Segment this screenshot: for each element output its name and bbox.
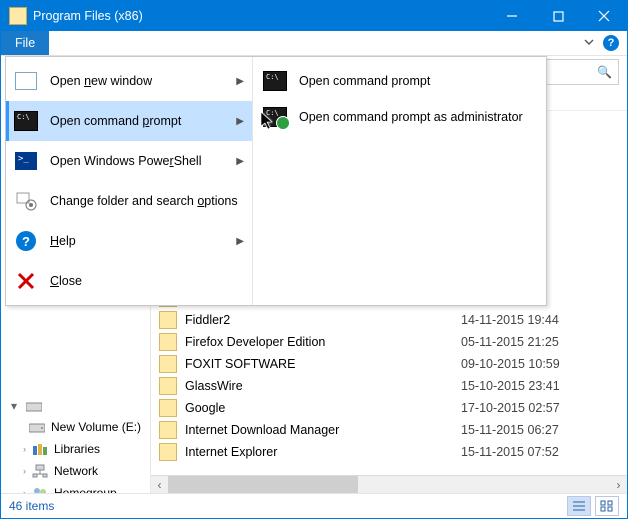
new_window-icon bbox=[14, 69, 38, 93]
details-view-button[interactable] bbox=[567, 496, 591, 516]
submenu-arrow-icon: ▶ bbox=[236, 156, 244, 167]
cmd-icon bbox=[263, 71, 287, 91]
file-date: 15-11-2015 07:52 bbox=[461, 445, 627, 459]
file-menu-ps[interactable]: Open Windows PowerShell ▶ bbox=[6, 141, 252, 181]
file-date: 15-10-2015 23:41 bbox=[461, 379, 627, 393]
file-date: 14-11-2015 19:44 bbox=[461, 313, 627, 327]
item-count: 46 items bbox=[9, 499, 54, 513]
expand-ribbon-icon[interactable] bbox=[583, 36, 595, 51]
maximize-button[interactable] bbox=[535, 1, 581, 31]
file-name: Internet Download Manager bbox=[185, 423, 461, 437]
libraries-icon bbox=[32, 441, 48, 457]
folder-icon bbox=[159, 443, 177, 461]
file-name: Internet Explorer bbox=[185, 445, 461, 459]
cmd-icon bbox=[14, 109, 38, 133]
search-icon: 🔍 bbox=[597, 65, 612, 79]
file-name: Fiddler2 bbox=[185, 313, 461, 327]
opts-icon bbox=[14, 189, 38, 213]
folder-icon bbox=[159, 421, 177, 439]
sidebar-item-homegroup[interactable]: › Homegroup bbox=[1, 482, 150, 493]
file-date: 17-10-2015 02:57 bbox=[461, 401, 627, 415]
table-row[interactable]: Internet Explorer 15-11-2015 07:52 bbox=[151, 441, 627, 463]
file-menu-help[interactable]: ? Help ▶ bbox=[6, 221, 252, 261]
folder-icon bbox=[159, 355, 177, 373]
file-date: 05-11-2015 21:25 bbox=[461, 335, 627, 349]
scroll-left-icon[interactable]: ‹ bbox=[151, 476, 168, 493]
sidebar-item-drive[interactable]: New Volume (E:) bbox=[1, 416, 150, 438]
file-name: Google bbox=[185, 401, 461, 415]
ps-icon bbox=[14, 149, 38, 173]
titlebar: Program Files (x86) bbox=[1, 1, 627, 31]
table-row[interactable]: Firefox Developer Edition 05-11-2015 21:… bbox=[151, 331, 627, 353]
file-name: GlassWire bbox=[185, 379, 461, 393]
folder-icon bbox=[159, 333, 177, 351]
minimize-button[interactable] bbox=[489, 1, 535, 31]
submenu-arrow-icon: ▶ bbox=[236, 236, 244, 247]
sidebar-item-label: Libraries bbox=[54, 442, 100, 456]
help-icon[interactable]: ? bbox=[603, 35, 619, 51]
network-icon bbox=[32, 463, 48, 479]
folder-icon bbox=[159, 311, 177, 329]
submenu-arrow-icon: ▶ bbox=[236, 76, 244, 87]
sidebar-item-label: New Volume (E:) bbox=[51, 420, 141, 434]
status-bar: 46 items bbox=[1, 493, 627, 518]
sidebar-item-label: Homegroup bbox=[54, 486, 117, 493]
submenu-label: Open command prompt bbox=[299, 74, 430, 88]
close-button[interactable] bbox=[581, 1, 627, 31]
folder-icon bbox=[159, 399, 177, 417]
file-menu: Open new window ▶ Open command prompt ▶ … bbox=[5, 56, 547, 306]
file-menu-label: Open Windows PowerShell bbox=[50, 154, 201, 168]
table-row[interactable]: GlassWire 15-10-2015 23:41 bbox=[151, 375, 627, 397]
file-date: 09-10-2015 10:59 bbox=[461, 357, 627, 371]
horizontal-scrollbar[interactable]: ‹ › bbox=[151, 475, 627, 493]
explorer-window: Program Files (x86) File ? 🔍 Open new wi… bbox=[0, 0, 628, 519]
drive-icon bbox=[29, 419, 45, 435]
sidebar-item-network[interactable]: › Network bbox=[1, 460, 150, 482]
file-menu-opts[interactable]: Change folder and search options bbox=[6, 181, 252, 221]
file-name: FOXIT SOFTWARE bbox=[185, 357, 461, 371]
folder-icon bbox=[9, 7, 27, 25]
submenu-arrow-icon: ▶ bbox=[236, 116, 244, 127]
file-menu-label: Help bbox=[50, 234, 76, 248]
file-tab[interactable]: File bbox=[1, 31, 49, 55]
table-row[interactable]: Fiddler2 14-11-2015 19:44 bbox=[151, 309, 627, 331]
file-name: Firefox Developer Edition bbox=[185, 335, 461, 349]
close-icon bbox=[14, 269, 38, 293]
window-title: Program Files (x86) bbox=[33, 9, 489, 23]
tree-collapse-icon[interactable]: ▾ bbox=[1, 396, 150, 416]
homegroup-icon bbox=[32, 485, 48, 493]
table-row[interactable]: FOXIT SOFTWARE 09-10-2015 10:59 bbox=[151, 353, 627, 375]
submenu-open_cmd_admin[interactable]: Open command prompt as administrator bbox=[253, 99, 546, 135]
file-menu-close[interactable]: Close bbox=[6, 261, 252, 301]
file-menu-cmd[interactable]: Open command prompt ▶ bbox=[6, 101, 252, 141]
file-menu-label: Open command prompt bbox=[50, 114, 181, 128]
table-row[interactable]: Internet Download Manager 15-11-2015 06:… bbox=[151, 419, 627, 441]
scroll-right-icon[interactable]: › bbox=[610, 476, 627, 493]
help-icon: ? bbox=[14, 229, 38, 253]
file-menu-new_window[interactable]: Open new window ▶ bbox=[6, 61, 252, 101]
cursor-icon bbox=[260, 111, 276, 134]
ribbon-tabs: File ? bbox=[1, 31, 627, 56]
file-menu-label: Open new window bbox=[50, 74, 152, 88]
file-menu-label: Close bbox=[50, 274, 82, 288]
folder-icon bbox=[159, 377, 177, 395]
file-date: 15-11-2015 06:27 bbox=[461, 423, 627, 437]
submenu-label: Open command prompt as administrator bbox=[299, 110, 523, 124]
sidebar-item-label: Network bbox=[54, 464, 98, 478]
scroll-thumb[interactable] bbox=[168, 476, 358, 493]
submenu-open_cmd[interactable]: Open command prompt bbox=[253, 63, 546, 99]
sidebar-item-libraries[interactable]: › Libraries bbox=[1, 438, 150, 460]
table-row[interactable]: Google 17-10-2015 02:57 bbox=[151, 397, 627, 419]
file-menu-label: Change folder and search options bbox=[50, 194, 238, 208]
icons-view-button[interactable] bbox=[595, 496, 619, 516]
